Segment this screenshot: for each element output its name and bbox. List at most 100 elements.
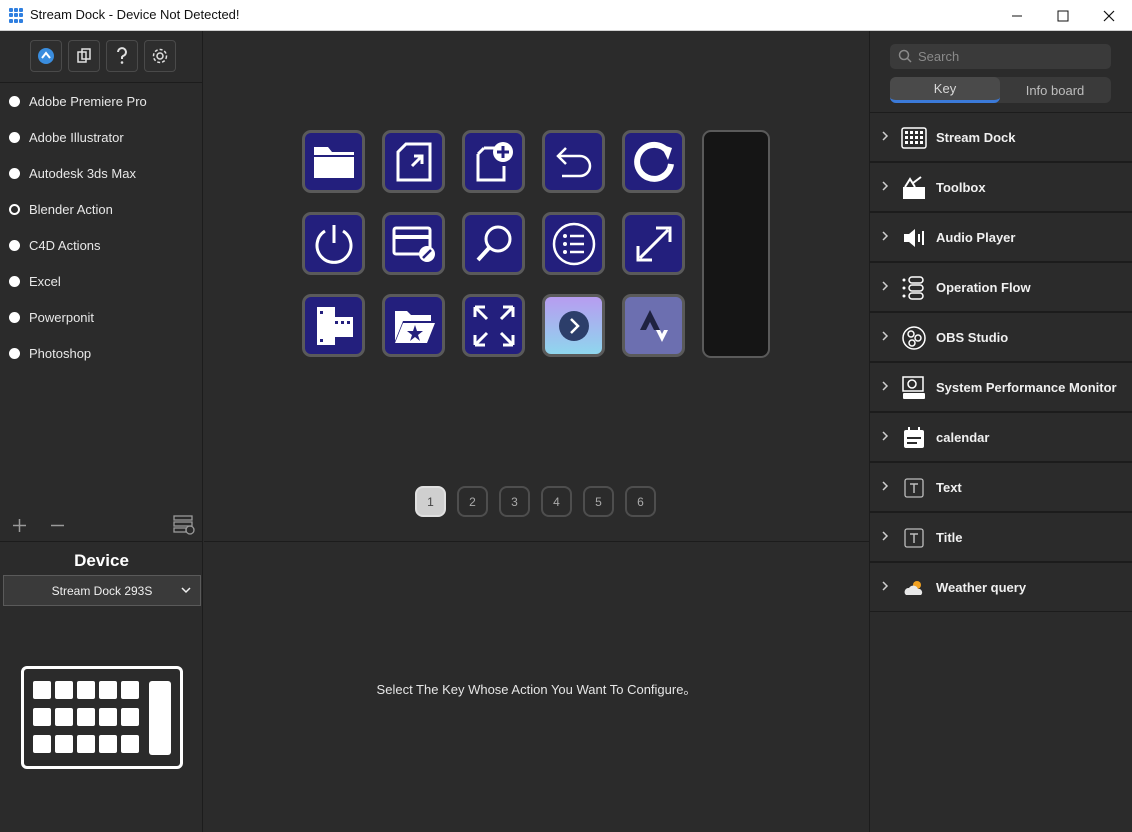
profile-name: Adobe Illustrator xyxy=(29,129,124,145)
profile-manage-icon[interactable] xyxy=(172,514,196,536)
key-7[interactable] xyxy=(382,212,445,275)
profile-item[interactable]: Powerponit xyxy=(0,299,203,335)
tab-info-board[interactable]: Info board xyxy=(1000,77,1110,103)
copy-icon xyxy=(77,48,91,63)
close-button[interactable] xyxy=(1086,0,1132,31)
window-title: Stream Dock - Device Not Detected! xyxy=(30,7,240,22)
profile-actions xyxy=(0,509,203,541)
profile-name: Adobe Premiere Pro xyxy=(29,93,147,109)
monitor-icon xyxy=(902,376,925,399)
key-3[interactable] xyxy=(462,130,525,193)
page-button-5[interactable]: 5 xyxy=(583,486,614,517)
favorite-folder-icon xyxy=(394,310,435,343)
next-circle-icon xyxy=(558,310,589,341)
undo-icon xyxy=(555,146,591,177)
profile-item-selected[interactable]: Blender Action xyxy=(0,191,203,227)
minimize-button[interactable] xyxy=(994,0,1040,31)
key-10[interactable] xyxy=(622,212,685,275)
page-button-1[interactable]: 1 xyxy=(415,486,446,517)
search-icon xyxy=(898,49,912,63)
profile-name: Autodesk 3ds Max xyxy=(29,165,136,181)
category-label: calendar xyxy=(936,430,990,445)
category-weather-query[interactable]: Weather query xyxy=(870,562,1132,612)
maximize-button[interactable] xyxy=(1040,0,1086,31)
toolbox-icon xyxy=(903,176,925,199)
category-operation-flow[interactable]: Operation Flow xyxy=(870,262,1132,312)
profile-name: Blender Action xyxy=(29,201,113,217)
file-import-icon xyxy=(396,142,431,181)
category-calendar[interactable]: calendar xyxy=(870,412,1132,462)
tab-key[interactable]: Key xyxy=(890,77,1000,103)
profile-dot-icon xyxy=(9,239,20,251)
stream-dock-logo-icon xyxy=(38,48,54,64)
key-12[interactable] xyxy=(382,294,445,357)
search-input[interactable]: Search xyxy=(890,44,1111,69)
profile-dot-icon xyxy=(9,275,20,287)
profile-item[interactable]: Adobe Illustrator xyxy=(0,119,203,155)
settings-button[interactable] xyxy=(144,40,176,72)
profile-item[interactable]: C4D Actions xyxy=(0,227,203,263)
key-9[interactable] xyxy=(542,212,605,275)
chevron-right-icon xyxy=(882,331,889,341)
key-8[interactable] xyxy=(462,212,525,275)
calendar-icon xyxy=(904,427,924,448)
category-label: Toolbox xyxy=(936,180,986,195)
stream-dock-icon xyxy=(901,127,927,149)
key-15[interactable] xyxy=(622,294,685,357)
category-stream-dock[interactable]: Stream Dock xyxy=(870,112,1132,162)
key-13[interactable] xyxy=(462,294,525,357)
key-5[interactable] xyxy=(622,130,685,193)
list-icon xyxy=(552,222,595,265)
configure-hint: Select The Key Whose Action You Want To … xyxy=(376,682,697,697)
chevron-down-icon xyxy=(181,587,191,594)
resize-diagonal-icon xyxy=(636,226,671,261)
key-2[interactable] xyxy=(382,130,445,193)
chevron-right-icon xyxy=(882,231,889,241)
page-button-4[interactable]: 4 xyxy=(541,486,572,517)
home-button[interactable] xyxy=(30,40,62,72)
card-edit-icon xyxy=(392,226,435,262)
profile-dot-icon xyxy=(9,95,20,107)
page-button-3[interactable]: 3 xyxy=(499,486,530,517)
fullscreen-icon xyxy=(473,305,514,346)
category-system-performance-monitor[interactable]: System Performance Monitor xyxy=(870,362,1132,412)
category-obs-studio[interactable]: OBS Studio xyxy=(870,312,1132,362)
profile-item[interactable]: Autodesk 3ds Max xyxy=(0,155,203,191)
divider xyxy=(204,541,869,542)
profile-dot-icon xyxy=(9,131,20,143)
category-label: OBS Studio xyxy=(936,330,1009,345)
category-audio-player[interactable]: Audio Player xyxy=(870,212,1132,262)
profile-item[interactable]: Excel xyxy=(0,263,203,299)
obs-icon xyxy=(902,326,926,350)
key-11[interactable] xyxy=(302,294,365,357)
add-profile-icon[interactable] xyxy=(12,518,27,533)
profile-item[interactable]: Adobe Premiere Pro xyxy=(0,83,203,119)
profile-dot-icon xyxy=(9,167,20,179)
help-button[interactable] xyxy=(106,40,138,72)
remove-profile-icon[interactable] xyxy=(50,518,65,533)
page-button-2[interactable]: 2 xyxy=(457,486,488,517)
device-label: Device xyxy=(74,551,129,570)
profile-item[interactable]: Photoshop xyxy=(0,335,203,371)
key-4[interactable] xyxy=(542,130,605,193)
key-6[interactable] xyxy=(302,212,365,275)
question-icon xyxy=(117,47,127,64)
page-button-6[interactable]: 6 xyxy=(625,486,656,517)
category-toolbox[interactable]: Toolbox xyxy=(870,162,1132,212)
profile-selected-dot-icon xyxy=(9,203,20,215)
profile-name: Excel xyxy=(29,273,61,289)
category-text[interactable]: Text xyxy=(870,462,1132,512)
device-select[interactable]: Stream Dock 293S xyxy=(3,575,201,606)
title-bar: Stream Dock - Device Not Detected! xyxy=(0,0,1132,31)
actions-panel: Search Key Info board Stream Dock Toolbo… xyxy=(869,31,1132,832)
chevron-right-icon xyxy=(882,481,889,491)
touch-screen-key[interactable] xyxy=(702,130,770,358)
action-tabs: Key Info board xyxy=(890,77,1111,103)
chevron-right-icon xyxy=(882,281,889,291)
chevron-right-icon xyxy=(882,531,889,541)
category-title[interactable]: Title xyxy=(870,512,1132,562)
key-14[interactable] xyxy=(542,294,605,357)
multi-device-button[interactable] xyxy=(68,40,100,72)
key-1[interactable] xyxy=(302,130,365,193)
app-icon xyxy=(9,8,24,23)
